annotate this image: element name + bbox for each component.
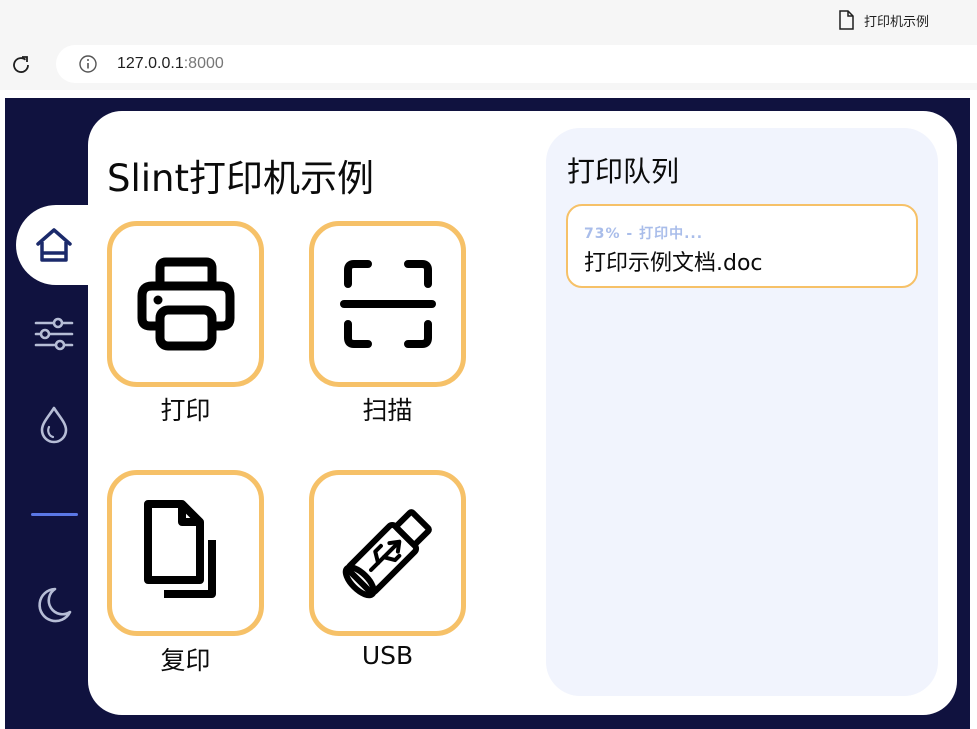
reload-icon — [13, 56, 29, 73]
info-icon[interactable] — [78, 54, 98, 74]
page-title: Slint打印机示例 — [107, 157, 375, 200]
copy-tile-button[interactable] — [107, 470, 264, 636]
copy-label: 复印 — [160, 646, 211, 675]
print-job-card[interactable]: 73% - 打印中... 打印示例文档.doc — [566, 204, 918, 288]
nav-settings-button[interactable] — [31, 311, 77, 357]
browser-toolbar: 127.0.0.1:8000 — [0, 40, 977, 90]
reload-button[interactable] — [8, 52, 34, 78]
copy-icon — [143, 500, 216, 598]
print-label: 打印 — [160, 396, 211, 425]
browser-tab[interactable]: 打印机示例 — [838, 9, 929, 31]
scan-icon — [339, 260, 436, 348]
job-name: 打印示例文档.doc — [584, 251, 763, 276]
printer-icon — [137, 257, 234, 351]
address-bar[interactable]: 127.0.0.1:8000 — [56, 45, 977, 83]
document-icon — [839, 10, 854, 30]
nav-divider — [31, 513, 78, 516]
queue-title: 打印队列 — [567, 155, 680, 188]
usb-label: USB — [361, 641, 414, 670]
url-text[interactable]: 127.0.0.1:8000 — [117, 55, 224, 73]
home-icon — [36, 228, 72, 262]
settings-sliders-icon — [34, 317, 74, 351]
nav-theme-button[interactable] — [31, 582, 77, 628]
browser-tab-title: 打印机示例 — [864, 14, 930, 30]
nav-home-button[interactable] — [31, 222, 77, 268]
ink-drop-icon — [40, 406, 68, 444]
usb-tile-button[interactable] — [309, 470, 466, 636]
url-host: 127.0.0.1 — [117, 55, 184, 72]
scan-tile-button[interactable] — [309, 221, 466, 387]
print-queue-panel: 打印队列 73% - 打印中... 打印示例文档.doc — [546, 128, 938, 696]
usb-icon — [342, 509, 432, 599]
url-port: :8000 — [183, 55, 224, 72]
job-status: 73% - 打印中... — [584, 226, 704, 242]
print-tile-button[interactable] — [107, 221, 264, 387]
moon-icon — [38, 587, 72, 623]
printer-app: Slint打印机示例 打印 扫描 复印 USB 打印队列 73% - 打印中..… — [5, 98, 970, 729]
scan-label: 扫描 — [362, 396, 413, 425]
nav-ink-button[interactable] — [31, 401, 77, 447]
browser-tab-bar: 打印机示例 — [0, 0, 977, 40]
